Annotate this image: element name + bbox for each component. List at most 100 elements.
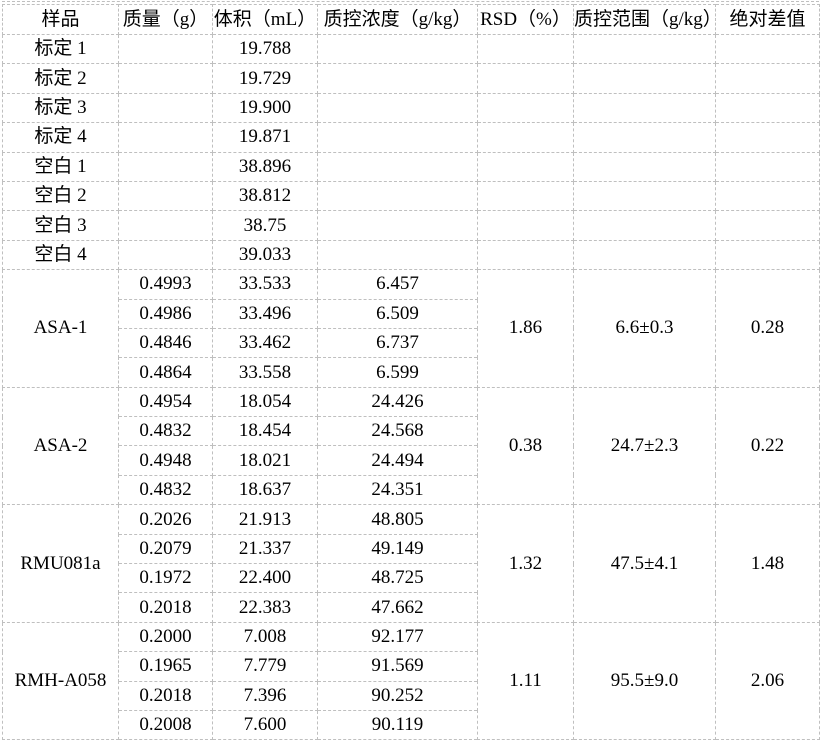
volume-cell: 33.462 (213, 328, 318, 357)
mass-cell: 0.2026 (119, 505, 213, 534)
mass-cell: 0.1972 (119, 564, 213, 593)
qc-concentration-cell: 47.662 (318, 593, 478, 622)
table-row: 空白 138.896 (3, 152, 820, 181)
qc-concentration-cell (318, 181, 478, 210)
table-row: 标定 3 19.900 (3, 93, 820, 122)
mass-cell (119, 240, 213, 269)
volume-cell: 7.600 (213, 710, 318, 739)
sample-cell: 标定 3 (3, 93, 119, 122)
table-row: 标定 419.871 (3, 123, 820, 152)
volume-cell: 22.400 (213, 564, 318, 593)
qc-concentration-cell: 90.252 (318, 681, 478, 710)
sample-cell: ASA-1 (3, 270, 119, 388)
absolute-difference-cell (716, 240, 820, 269)
qc-concentration-cell: 90.119 (318, 710, 478, 739)
volume-cell: 33.558 (213, 358, 318, 387)
column-header-volume: 体积（mL） (213, 5, 318, 35)
absolute-difference-cell (716, 93, 820, 122)
volume-cell: 19.900 (213, 93, 318, 122)
table-row: RMU081a0.202621.91348.8051.3247.5±4.11.4… (3, 505, 820, 534)
rsd-cell: 1.32 (478, 505, 574, 623)
rsd-cell (478, 211, 574, 240)
qc-concentration-cell (318, 240, 478, 269)
volume-cell: 18.021 (213, 446, 318, 475)
qc-concentration-cell: 48.805 (318, 505, 478, 534)
absolute-difference-cell: 2.06 (716, 622, 820, 740)
header-row: 样品 质量（g） 体积（mL） 质控浓度（g/kg） RSD（%） 质控范围（g… (3, 5, 820, 35)
qc-range-cell (574, 93, 716, 122)
qc-table-container: 样品 质量（g） 体积（mL） 质控浓度（g/kg） RSD（%） 质控范围（g… (2, 1, 819, 740)
qc-concentration-cell: 6.509 (318, 299, 478, 328)
mass-cell: 0.2079 (119, 534, 213, 563)
volume-cell: 19.729 (213, 64, 318, 93)
mass-cell: 0.2018 (119, 681, 213, 710)
qc-concentration-cell: 92.177 (318, 622, 478, 651)
rsd-cell (478, 123, 574, 152)
rsd-cell (478, 240, 574, 269)
mass-cell: 0.2000 (119, 622, 213, 651)
sample-cell: RMU081a (3, 505, 119, 623)
mass-cell: 0.4846 (119, 328, 213, 357)
qc-concentration-cell (318, 123, 478, 152)
volume-cell: 7.779 (213, 652, 318, 681)
volume-cell: 18.054 (213, 387, 318, 416)
mass-cell (119, 93, 213, 122)
qc-concentration-cell (318, 152, 478, 181)
table-row: RMH-A0580.20007.00892.1771.1195.5±9.02.0… (3, 622, 820, 651)
qc-concentration-cell: 24.351 (318, 475, 478, 504)
volume-cell: 22.383 (213, 593, 318, 622)
rsd-cell (478, 152, 574, 181)
mass-cell: 0.2008 (119, 710, 213, 739)
volume-cell: 18.454 (213, 417, 318, 446)
absolute-difference-cell (716, 123, 820, 152)
qc-concentration-cell: 6.599 (318, 358, 478, 387)
volume-cell: 39.033 (213, 240, 318, 269)
table-row: 空白 238.812 (3, 181, 820, 210)
qc-concentration-cell: 49.149 (318, 534, 478, 563)
absolute-difference-cell (716, 211, 820, 240)
absolute-difference-cell (716, 64, 820, 93)
volume-cell: 33.496 (213, 299, 318, 328)
rsd-cell (478, 93, 574, 122)
table-row: ASA-20.495418.05424.4260.3824.7±2.30.22 (3, 387, 820, 416)
column-header-sample: 样品 (3, 5, 119, 35)
qc-range-cell (574, 35, 716, 64)
column-header-absolute-difference: 绝对差值 (716, 5, 820, 35)
sample-cell: 空白 1 (3, 152, 119, 181)
table-row: 标定 119.788 (3, 35, 820, 64)
qc-concentration-cell: 6.737 (318, 328, 478, 357)
column-header-rsd: RSD（%） (478, 5, 574, 35)
qc-concentration-cell: 24.494 (318, 446, 478, 475)
qc-range-cell (574, 152, 716, 181)
mass-cell (119, 181, 213, 210)
volume-cell: 19.871 (213, 123, 318, 152)
sample-cell: ASA-2 (3, 387, 119, 505)
table-row: 空白 338.75 (3, 211, 820, 240)
rsd-cell (478, 35, 574, 64)
qc-range-cell: 95.5±9.0 (574, 622, 716, 740)
volume-cell: 38.812 (213, 181, 318, 210)
volume-cell: 7.008 (213, 622, 318, 651)
qc-range-cell (574, 211, 716, 240)
qc-range-cell: 47.5±4.1 (574, 505, 716, 623)
absolute-difference-cell (716, 152, 820, 181)
mass-cell (119, 35, 213, 64)
mass-cell: 0.4993 (119, 270, 213, 299)
volume-cell: 19.788 (213, 35, 318, 64)
volume-cell: 18.637 (213, 475, 318, 504)
qc-range-cell: 24.7±2.3 (574, 387, 716, 505)
qc-range-cell: 6.6±0.3 (574, 270, 716, 388)
sample-cell: 空白 4 (3, 240, 119, 269)
rsd-cell: 1.86 (478, 270, 574, 388)
absolute-difference-cell: 0.28 (716, 270, 820, 388)
column-header-qc-concentration: 质控浓度（g/kg） (318, 5, 478, 35)
absolute-difference-cell: 0.22 (716, 387, 820, 505)
sample-cell: RMH-A058 (3, 622, 119, 740)
table-header: 样品 质量（g） 体积（mL） 质控浓度（g/kg） RSD（%） 质控范围（g… (3, 5, 820, 35)
mass-cell: 0.4832 (119, 417, 213, 446)
qc-concentration-cell: 24.568 (318, 417, 478, 446)
mass-cell: 0.1965 (119, 652, 213, 681)
mass-cell (119, 64, 213, 93)
rsd-cell: 1.11 (478, 622, 574, 740)
qc-range-cell (574, 64, 716, 93)
